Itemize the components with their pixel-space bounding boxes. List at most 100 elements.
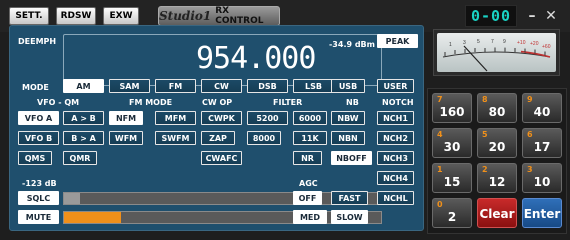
mode-dsb-button[interactable]: DSB xyxy=(247,79,288,93)
mode-usb-button[interactable]: USB xyxy=(331,79,365,93)
key-digit: 8 xyxy=(482,95,488,104)
nb-nbn-button[interactable]: NBN xyxy=(331,131,365,145)
fm-mode-label: FM MODE xyxy=(129,98,173,107)
key-digit: 4 xyxy=(437,130,443,139)
key-band: 20 xyxy=(488,140,506,154)
rdsw-button[interactable]: RDSW xyxy=(56,7,96,25)
key-0[interactable]: 02 xyxy=(432,198,472,228)
filter-nr-button[interactable]: NR xyxy=(293,151,322,165)
vfo-a-button[interactable]: VFO A xyxy=(18,111,59,125)
nb-label: NB xyxy=(346,98,359,107)
key-band: 40 xyxy=(533,105,551,119)
key-6[interactable]: 6 17 xyxy=(522,128,562,158)
key-band: 17 xyxy=(533,140,551,154)
notch-nch2-button[interactable]: NCH2 xyxy=(377,131,414,145)
mode-lsb-button[interactable]: LSB xyxy=(293,79,334,93)
key-9[interactable]: 9 40 xyxy=(522,93,562,123)
notch-label: NOTCH xyxy=(382,98,414,107)
a-to-b-button[interactable]: A > B xyxy=(63,111,104,125)
b-to-a-button[interactable]: B > A xyxy=(63,131,104,145)
vfo-b-button[interactable]: VFO B xyxy=(18,131,59,145)
filter-6000-button[interactable]: 6000 xyxy=(293,111,327,125)
cw-op-label: CW OP xyxy=(202,98,233,107)
key-band: 12 xyxy=(488,175,506,189)
meter-tick-label: 7 xyxy=(491,39,494,45)
s-meter-scale: 1 3 5 7 9 +10 +20 +60 xyxy=(442,39,551,72)
fm-swfm-button[interactable]: SWFM xyxy=(155,131,196,145)
exw-button[interactable]: EXW xyxy=(103,7,139,25)
key-8[interactable]: 8 80 xyxy=(477,93,517,123)
squelch-level xyxy=(64,193,80,204)
deemph-label[interactable]: DEEMPH xyxy=(18,37,56,46)
settings-button[interactable]: SETT. xyxy=(9,7,49,25)
key-4[interactable]: 4 30 xyxy=(432,128,472,158)
notch-nch4-button[interactable]: NCH4 xyxy=(377,171,414,185)
qms-button[interactable]: QMS xyxy=(18,151,52,165)
close-button[interactable]: ✕ xyxy=(542,7,560,25)
mode-cw-button[interactable]: CW xyxy=(201,79,242,93)
enter-label: Enter xyxy=(523,207,561,221)
notch-nchl-button[interactable]: NCHL xyxy=(377,191,414,205)
key-digit: 7 xyxy=(437,95,443,104)
mode-label: MODE xyxy=(22,83,49,92)
meter-tick-label: 3 xyxy=(463,40,466,46)
fm-mfm-button[interactable]: MFM xyxy=(155,111,196,125)
key-digit: 2 xyxy=(482,165,488,174)
mode-user-button[interactable]: USER xyxy=(377,79,414,93)
signal-dbm: -34.9 dBm xyxy=(328,40,375,49)
key-band: 2 xyxy=(447,210,457,224)
key-digit: 5 xyxy=(482,130,488,139)
agc-med-button[interactable]: MED xyxy=(293,210,327,224)
s-meter-face: 1 3 5 7 9 +10 +20 +60 xyxy=(437,33,556,72)
key-2[interactable]: 2 12 xyxy=(477,163,517,193)
key-1[interactable]: 1 15 xyxy=(432,163,472,193)
key-band: 15 xyxy=(443,175,461,189)
filter-5200-button[interactable]: 5200 xyxy=(247,111,288,125)
fm-nfm-button[interactable]: NFM xyxy=(109,111,143,125)
s-meter: 1 3 5 7 9 +10 +20 +60 xyxy=(433,29,560,76)
keypad: 7 160 8 80 9 40 4 30 5 20 6 17 1 15 2 12 3 10 02 … xyxy=(427,88,567,234)
filter-8000-button[interactable]: 8000 xyxy=(247,131,281,145)
agc-label: AGC xyxy=(299,179,318,188)
key-7[interactable]: 7 160 xyxy=(432,93,472,123)
brand-name: Studio1 xyxy=(159,9,212,23)
cw-cwafc-button[interactable]: CWAFC xyxy=(201,151,242,165)
mode-sam-button[interactable]: SAM xyxy=(109,79,150,93)
sqlc-button[interactable]: SQLC xyxy=(18,191,59,205)
cw-cwpk-button[interactable]: CWPK xyxy=(201,111,242,125)
key-5[interactable]: 5 20 xyxy=(477,128,517,158)
clock-display: 0-00 xyxy=(465,5,517,27)
filter-11k-button[interactable]: 11K xyxy=(293,131,327,145)
meter-tick-label: +10 xyxy=(517,40,526,46)
meter-tick-label: +60 xyxy=(542,44,551,50)
notch-nch1-button[interactable]: NCH1 xyxy=(377,111,414,125)
key-digit: 9 xyxy=(527,95,533,104)
peak-button[interactable]: PEAK xyxy=(377,34,418,48)
clear-key[interactable]: Clear xyxy=(477,198,517,228)
key-digit: 3 xyxy=(527,165,533,174)
cw-zap-button[interactable]: ZAP xyxy=(201,131,235,145)
level-readout: -123 dB xyxy=(22,179,57,188)
filter-label: FILTER xyxy=(273,98,303,107)
agc-fast-button[interactable]: FAST xyxy=(331,191,368,205)
meter-tick-label: 9 xyxy=(503,39,506,45)
key-band: 160 xyxy=(439,105,465,119)
key-3[interactable]: 3 10 xyxy=(522,163,562,193)
agc-off-button[interactable]: OFF xyxy=(293,191,322,205)
key-digit: 6 xyxy=(527,130,533,139)
fm-wfm-button[interactable]: WFM xyxy=(109,131,143,145)
minimize-button[interactable]: – xyxy=(523,7,541,25)
notch-nch3-button[interactable]: NCH3 xyxy=(377,151,414,165)
nb-nboff-button[interactable]: NBOFF xyxy=(331,151,372,165)
agc-slow-button[interactable]: SLOW xyxy=(331,210,368,224)
frequency-readout: 954.000 xyxy=(196,41,316,76)
mode-am-button[interactable]: AM xyxy=(63,79,104,93)
control-panel: DEEMPH 954.000 -34.9 dBm PEAK MODE AM SA… xyxy=(9,25,424,231)
key-digit: 0 xyxy=(437,200,443,209)
mute-button[interactable]: MUTE xyxy=(18,210,59,224)
vfo-qm-label: VFO - QM xyxy=(37,98,80,107)
qmr-button[interactable]: QMR xyxy=(63,151,97,165)
mode-fm-button[interactable]: FM xyxy=(155,79,196,93)
nb-nbw-button[interactable]: NBW xyxy=(331,111,365,125)
enter-key[interactable]: Enter xyxy=(522,198,562,228)
